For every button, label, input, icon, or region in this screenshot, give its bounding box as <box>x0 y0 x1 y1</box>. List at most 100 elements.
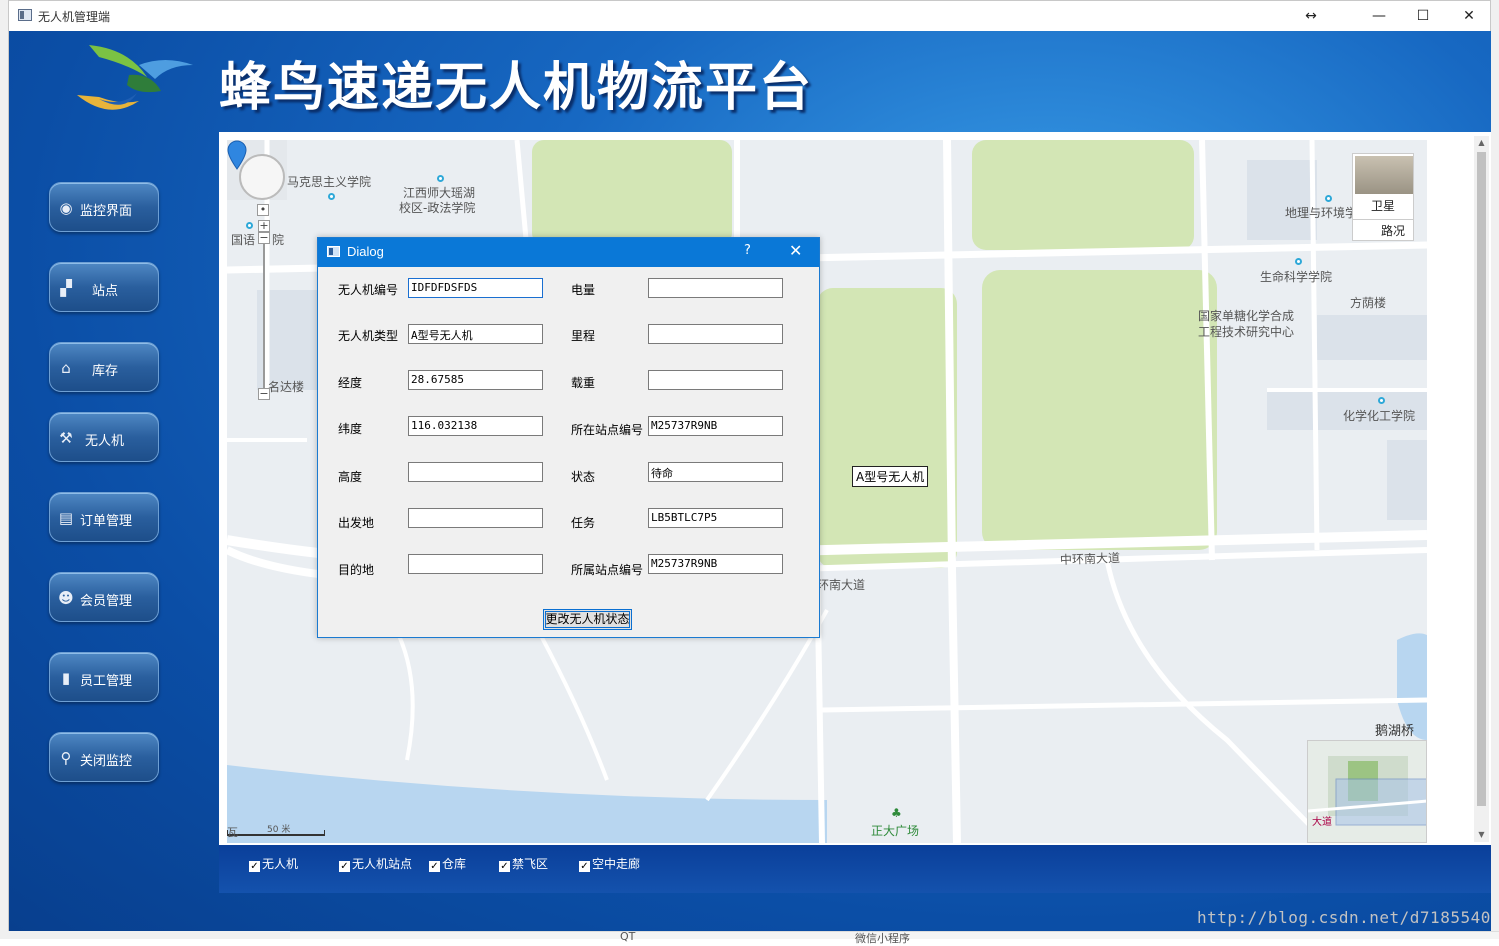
field-label-destination: 目的地 <box>338 563 375 577</box>
order-icon: ▤ <box>58 509 74 527</box>
drone-type-input[interactable]: A型号无人机 <box>408 324 543 344</box>
scroll-up-arrow-icon[interactable]: ▲ <box>1474 136 1489 150</box>
map-label-square: 正大广场 <box>871 824 920 838</box>
latitude-input[interactable]: 116.032138 <box>408 416 543 436</box>
map-type-switch[interactable]: 卫星 路况 <box>1352 153 1414 241</box>
scroll-down-arrow-icon[interactable]: ▼ <box>1474 828 1489 842</box>
layer-nofly-checkbox[interactable]: ✓ 禁飞区 <box>499 855 548 872</box>
zoom-out-button[interactable]: − <box>258 388 270 400</box>
app-window-icon <box>18 9 32 21</box>
status-input[interactable]: 待命 <box>648 462 783 482</box>
check-icon: ✓ <box>499 861 510 872</box>
map-overview[interactable]: 大道 <box>1307 740 1427 843</box>
layer-label: 空中走廊 <box>592 857 641 871</box>
altitude-input[interactable] <box>408 462 543 482</box>
layer-corridor-checkbox[interactable]: ✓ 空中走廊 <box>579 855 640 872</box>
map-label-law: 校区-政法学院 <box>399 201 476 215</box>
nav-members-button[interactable]: ☻ 会员管理 <box>49 572 159 622</box>
maximize-button[interactable]: ☐ <box>1403 4 1443 28</box>
mileage-input[interactable] <box>648 324 783 344</box>
poi-icon <box>437 175 444 182</box>
drone-detail-dialog: Dialog ? ✕ 无人机编号 IDFDFDSFDS 无人机类型 A型号无人机… <box>317 237 820 638</box>
nav-monitor-button[interactable]: ◉ 监控界面 <box>49 182 159 232</box>
blog-watermark: http://blog.csdn.net/d7185540 <box>1197 908 1491 927</box>
map-label-fangyin: 方荫楼 <box>1350 296 1387 310</box>
field-label-current-station: 所在站点编号 <box>571 423 644 437</box>
nav-drone-button[interactable]: ⚒ 无人机 <box>49 412 159 462</box>
layer-label: 禁飞区 <box>512 857 549 871</box>
check-icon: ✓ <box>339 861 350 872</box>
nav-label: 库存 <box>92 364 119 379</box>
drone-map-marker[interactable] <box>227 140 247 170</box>
map-scale-bar <box>227 830 325 836</box>
poi-icon <box>1378 397 1385 404</box>
layer-drone-checkbox[interactable]: ✓ 无人机 <box>249 855 298 872</box>
task-input[interactable]: LB5BTLC7P5 <box>648 508 783 528</box>
zoom-center-button[interactable]: • <box>257 204 269 216</box>
dialog-help-button[interactable]: ? <box>744 243 751 258</box>
field-label-altitude: 高度 <box>338 470 363 484</box>
longitude-input[interactable]: 28.67585 <box>408 370 543 390</box>
traffic-option[interactable]: 路况 <box>1353 219 1413 241</box>
dialog-close-button[interactable]: ✕ <box>789 241 802 260</box>
layer-label: 仓库 <box>442 857 467 871</box>
map-label-sugar-1: 国家单糖化学合成 <box>1198 309 1295 323</box>
satellite-option[interactable]: 卫星 <box>1353 197 1413 214</box>
current-station-input[interactable]: M25737R9NB <box>648 416 783 436</box>
drone-id-input[interactable]: IDFDFDSFDS <box>408 278 543 298</box>
field-label-battery: 电量 <box>571 283 596 297</box>
field-label-task: 任务 <box>571 516 596 530</box>
dialog-titlebar: Dialog ? ✕ <box>318 238 819 267</box>
field-label-mileage: 里程 <box>571 329 596 343</box>
map-vertical-scrollbar[interactable]: ▲ ▼ <box>1474 136 1489 842</box>
layer-station-checkbox[interactable]: ✓ 无人机站点 <box>339 855 412 872</box>
close-monitor-icon: ⚲ <box>60 749 72 767</box>
map-label-sugar-2: 工程技术研究中心 <box>1198 325 1295 339</box>
nav-label: 监控界面 <box>80 204 133 219</box>
change-drone-status-button[interactable]: 更改无人机状态 <box>543 609 632 630</box>
field-label-latitude: 纬度 <box>338 422 363 436</box>
members-icon: ☻ <box>58 589 74 607</box>
nav-label: 无人机 <box>85 434 125 449</box>
overview-label: 大道 <box>1312 817 1332 828</box>
map-label-bridge: 鹅湖桥 <box>1375 724 1415 739</box>
nav-label: 员工管理 <box>80 674 133 689</box>
layer-warehouse-checkbox[interactable]: ✓ 仓库 <box>429 855 466 872</box>
payload-input[interactable] <box>648 370 783 390</box>
map-label-marx: 马克思主义学院 <box>287 175 372 189</box>
origin-input[interactable] <box>408 508 543 528</box>
map-label-road-2: 环南大道 <box>817 578 866 592</box>
satellite-thumbnail <box>1355 156 1413 194</box>
poi-icon <box>246 222 253 229</box>
minimize-button[interactable]: — <box>1359 4 1399 28</box>
station-icon: ▞ <box>60 279 72 297</box>
home-station-input[interactable]: M25737R9NB <box>648 554 783 574</box>
warehouse-icon: ⌂ <box>61 359 71 377</box>
nav-orders-button[interactable]: ▤ 订单管理 <box>49 492 159 542</box>
field-label-longitude: 经度 <box>338 376 363 390</box>
window-titlebar: 无人机管理端 ↔ — ☐ ✕ <box>9 1 1490 31</box>
poi-icon <box>1295 258 1302 265</box>
nav-station-button[interactable]: ▞ 站点 <box>49 262 159 312</box>
map-label-foreign: 国语 <box>231 233 256 247</box>
map-label-chem: 化学化工学院 <box>1343 409 1416 423</box>
scroll-thumb[interactable] <box>1477 152 1486 806</box>
background-item-wechat: 微信小程序 <box>855 932 910 945</box>
destination-input[interactable] <box>408 554 543 574</box>
resize-cursor-icon: ↔ <box>1305 8 1317 24</box>
map-label-road-1: 中环南大道 <box>1059 550 1121 568</box>
background-item-qt: QT <box>620 930 636 943</box>
nav-label: 站点 <box>92 284 119 299</box>
layer-label: 无人机 <box>262 857 299 871</box>
map-label-geo: 地理与环境学 <box>1285 206 1358 220</box>
close-window-button[interactable]: ✕ <box>1449 4 1489 28</box>
nav-inventory-button[interactable]: ⌂ 库存 <box>49 342 159 392</box>
nav-staff-button[interactable]: ▮ 员工管理 <box>49 652 159 702</box>
zoom-handle[interactable]: − <box>258 232 270 244</box>
zoom-track <box>263 230 265 388</box>
nav-close-monitor-button[interactable]: ⚲ 关闭监控 <box>49 732 159 782</box>
battery-input[interactable] <box>648 278 783 298</box>
poi-icon <box>328 193 335 200</box>
zoom-slider[interactable]: + − − <box>258 220 270 400</box>
check-icon: ✓ <box>249 861 260 872</box>
